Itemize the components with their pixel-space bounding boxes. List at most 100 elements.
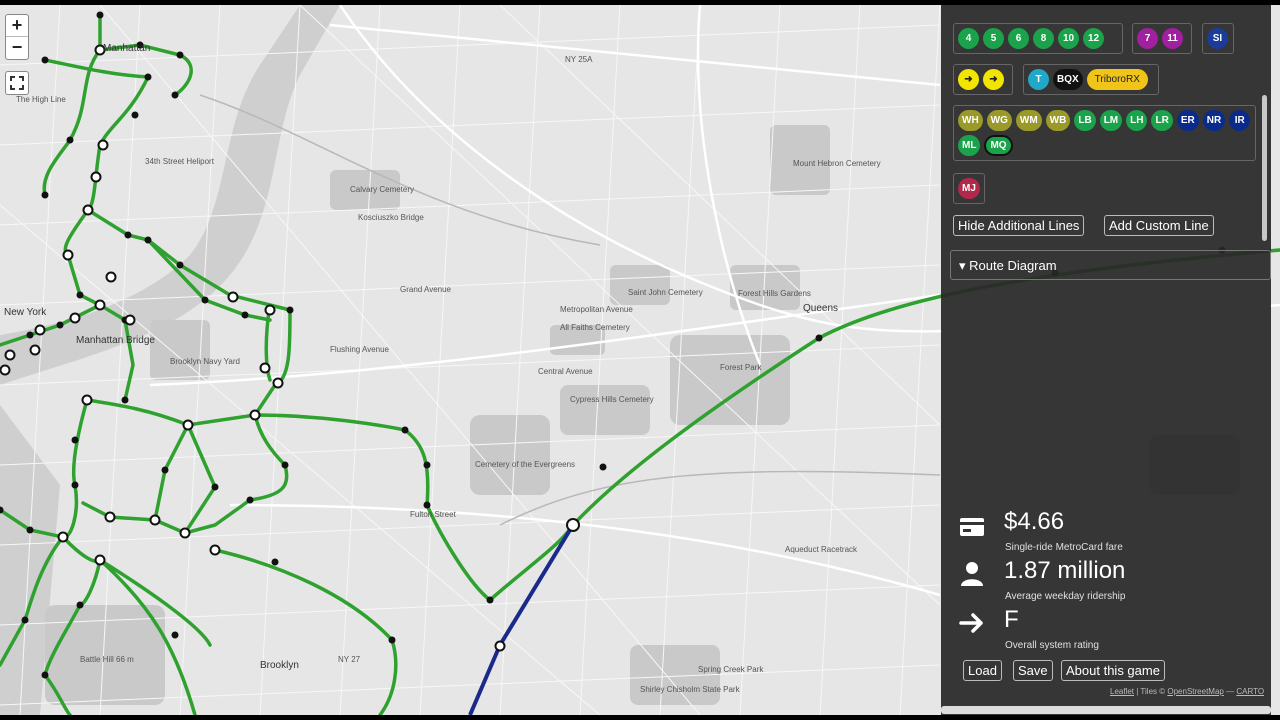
attribution-text: — — [1226, 687, 1235, 696]
line-toggle-chip[interactable]: IR — [1229, 110, 1251, 131]
line-toggle-chip[interactable]: MJ — [958, 178, 980, 199]
map-label: Spring Creek Park — [698, 665, 764, 674]
line-path — [264, 303, 292, 385]
line-toggle-chip[interactable]: ER — [1176, 110, 1199, 131]
map-label: Flushing Avenue — [330, 345, 390, 354]
map-label: Calvary Cemetery — [350, 185, 415, 194]
add-custom-line-button[interactable]: Add Custom Line — [1104, 215, 1214, 236]
map-label: New York — [4, 307, 47, 318]
line-path — [42, 48, 102, 197]
line-toggle-chip[interactable]: SI — [1207, 28, 1228, 49]
line-toggle-chip[interactable]: LB — [1074, 110, 1096, 131]
panel-scrollbar[interactable] — [1262, 95, 1267, 241]
line-path — [81, 423, 217, 536]
map-label: Manhattan Bridge — [76, 335, 155, 346]
map-label: Forest Hills Gardens — [738, 289, 811, 298]
line-toggle-chip[interactable]: MQ — [984, 135, 1013, 156]
attribution-text: | Tiles © — [1136, 687, 1166, 696]
line-toggle-chip[interactable]: WG — [986, 110, 1012, 131]
save-button[interactable]: Save — [1013, 660, 1053, 681]
line-toggle-chip[interactable]: 12 — [1083, 28, 1104, 49]
line-toggle-chip[interactable]: LR — [1151, 110, 1173, 131]
map-label: 34th Street Heliport — [145, 157, 214, 166]
line-toggle-chip[interactable]: 11 — [1162, 28, 1183, 49]
rating-label: Overall system rating — [1005, 640, 1099, 651]
line-path — [66, 253, 135, 402]
load-button[interactable]: Load — [963, 660, 1002, 681]
map-label: All Faiths Cemetery — [560, 323, 630, 332]
map-label: Cypress Hills Cemetery — [570, 395, 654, 404]
map-label: Brooklyn Navy Yard — [170, 357, 240, 366]
line-toggle-chip[interactable]: 6 — [1008, 28, 1029, 49]
line-toggle-chip[interactable]: BQX — [1053, 69, 1083, 90]
line-toggle-chip[interactable]: 8 — [1033, 28, 1054, 49]
line-toggle-chip[interactable]: TriboroRX — [1086, 69, 1148, 90]
line-toggle-chip[interactable]: ML — [958, 135, 981, 156]
fare-label: Single-ride MetroCard fare — [1005, 542, 1123, 553]
map-label: Metropolitan Avenue — [560, 305, 633, 314]
map-label: Central Avenue — [538, 367, 593, 376]
line-toggle-chip[interactable]: LM — [1099, 110, 1123, 131]
card-icon — [960, 518, 984, 536]
line-toggle-chip[interactable]: ➜ — [983, 69, 1004, 90]
line-toggle-chip[interactable]: 4 — [958, 28, 979, 49]
map-label: NY 27 — [338, 655, 361, 664]
zoom-out-button[interactable]: − — [6, 37, 28, 59]
carto-link[interactable]: CARTO — [1236, 687, 1264, 696]
map-label: Forest Park — [720, 363, 762, 372]
route-diagram-toggle[interactable]: ▾ Route Diagram — [950, 250, 1271, 280]
fullscreen-button[interactable] — [5, 71, 29, 95]
line-group-lexington: 4 5 6 8 10 12 — [953, 23, 1123, 54]
line-toggle-chip[interactable]: NR — [1202, 110, 1226, 131]
arrow-right-icon — [959, 613, 983, 633]
map-label: Battle Hill 66 m — [80, 655, 134, 664]
map-label: Brooklyn — [260, 660, 299, 671]
line-path — [213, 548, 398, 715]
person-icon — [961, 562, 983, 586]
line-toggle-chip[interactable]: 7 — [1137, 28, 1158, 49]
line-toggle-chip[interactable]: WH — [958, 110, 983, 131]
line-path — [43, 58, 151, 257]
line-path — [86, 208, 292, 312]
map-label: Fulton Street — [410, 510, 456, 519]
line-toggle-chip[interactable]: 5 — [983, 28, 1004, 49]
line-toggle-chip[interactable]: T — [1028, 69, 1049, 90]
line-path — [43, 535, 103, 715]
line-path — [468, 523, 575, 715]
map-label: Shirley Chisholm State Park — [640, 685, 740, 694]
line-toggle-chip[interactable]: WM — [1015, 110, 1042, 131]
ridership-value: 1.87 million — [1004, 557, 1126, 584]
map-label: NY 25A — [565, 55, 593, 64]
map-label: Manhattan — [103, 43, 151, 54]
control-panel: 4 5 6 8 10 12 7 11 SI ➜ ➜ T BQX TriboroRX WH WG WM W… — [941, 5, 1271, 715]
rating-value: F — [1004, 606, 1019, 633]
line-group-staten-island: SI — [1202, 23, 1234, 54]
line-toggle-chip[interactable]: LH — [1126, 110, 1148, 131]
line-group-flushing: 7 11 — [1132, 23, 1192, 54]
map-label: Aqueduct Racetrack — [785, 545, 858, 554]
horizontal-scrollbar[interactable] — [941, 706, 1271, 714]
line-toggle-chip[interactable]: 10 — [1058, 28, 1079, 49]
map-attribution: Leaflet | Tiles © OpenStreetMap — CARTO — [1110, 687, 1264, 696]
line-path — [0, 398, 89, 539]
about-button[interactable]: About this game — [1061, 660, 1165, 681]
line-group-metro-north: MJ — [953, 173, 985, 204]
map-label: Cemetery of the Evergreens — [475, 460, 576, 469]
zoom-in-button[interactable]: + — [6, 15, 28, 37]
line-toggle-chip[interactable]: WB — [1045, 110, 1071, 131]
map-label: Kosciuszko Bridge — [358, 213, 424, 222]
osm-link[interactable]: OpenStreetMap — [1167, 687, 1223, 696]
hide-additional-lines-button[interactable]: Hide Additional Lines — [953, 215, 1085, 236]
line-path — [85, 383, 277, 427]
line-toggle-chip[interactable]: ➜ — [958, 69, 979, 90]
line-group-light-rail: T BQX TriboroRX — [1023, 64, 1159, 95]
ridership-label: Average weekday ridership — [1005, 591, 1126, 602]
line-path — [488, 523, 575, 602]
line-path — [183, 413, 289, 535]
map-label: Saint John Cemetery — [628, 288, 703, 297]
map-label: Queens — [803, 303, 839, 314]
line-path — [0, 535, 65, 667]
leaflet-link[interactable]: Leaflet — [1110, 687, 1134, 696]
map-label: Grand Avenue — [400, 285, 452, 294]
line-path — [146, 238, 272, 322]
